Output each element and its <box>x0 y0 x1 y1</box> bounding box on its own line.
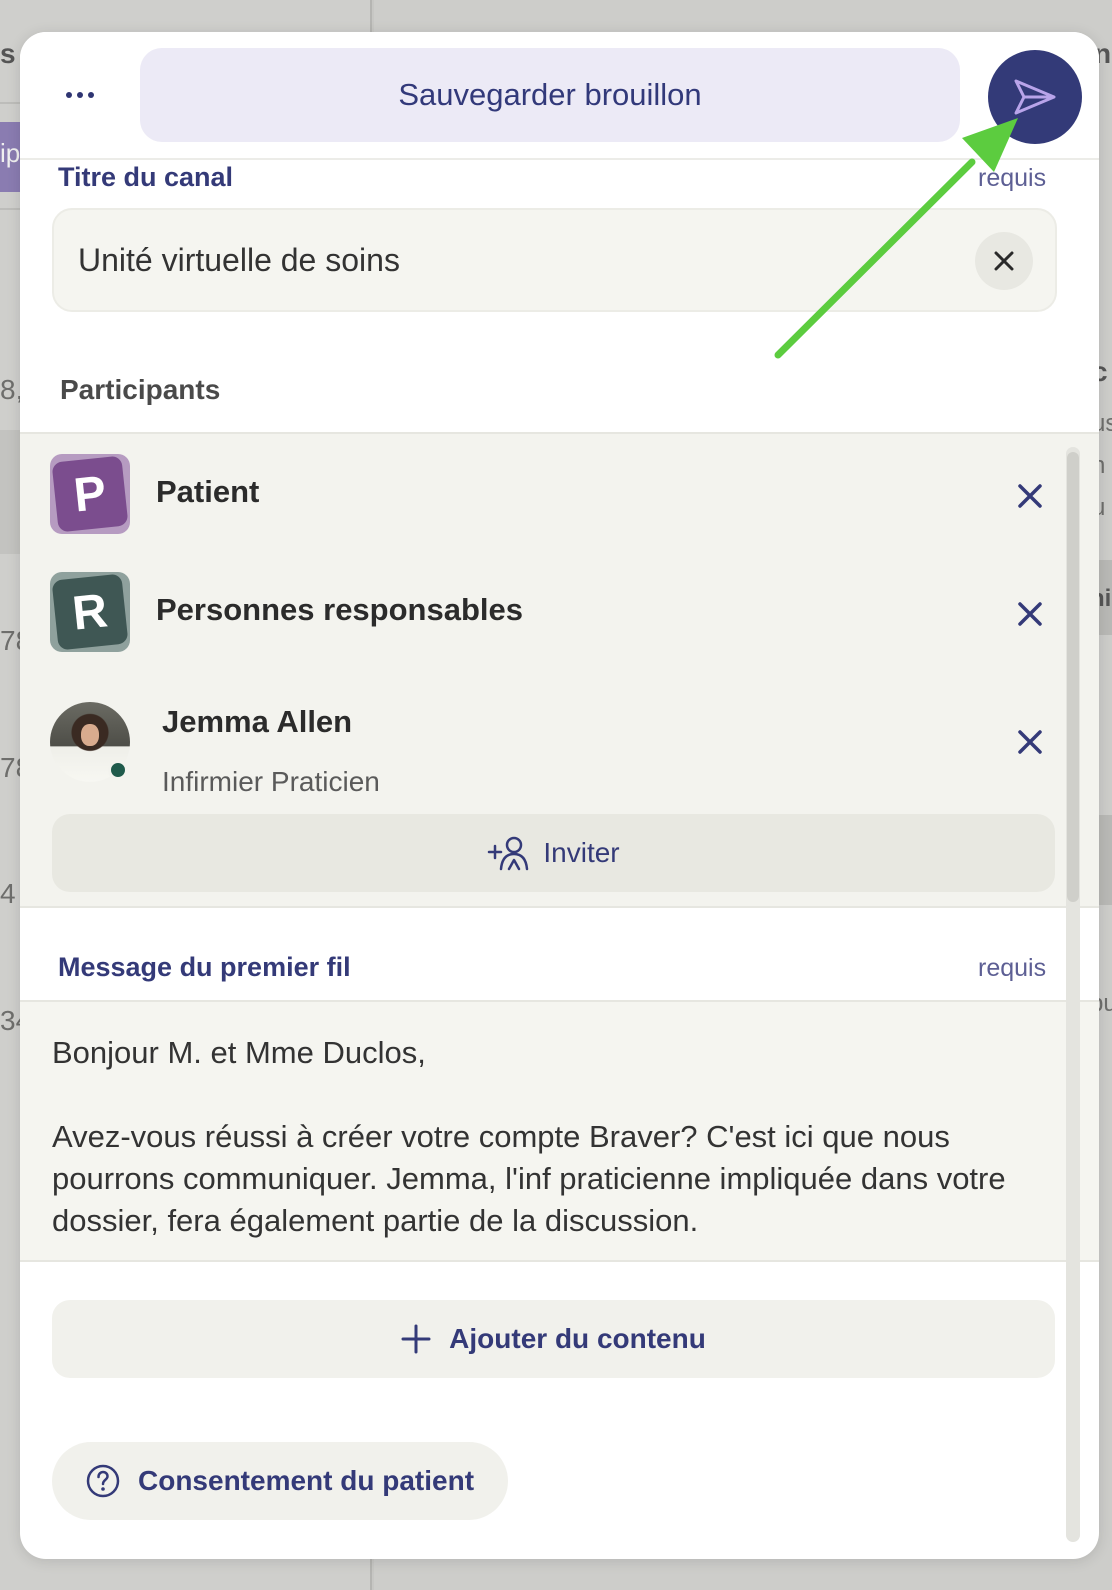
bg-fragment: ip <box>0 138 21 168</box>
jemma-allen-avatar <box>50 702 130 782</box>
remove-participant-button[interactable] <box>1010 722 1050 762</box>
close-icon <box>994 251 1014 271</box>
add-user-icon <box>488 836 529 871</box>
send-icon <box>1014 79 1056 115</box>
avatar-initial: P <box>51 455 129 533</box>
online-status-icon <box>108 760 128 780</box>
invite-label: Inviter <box>543 837 620 868</box>
remove-participant-button[interactable] <box>1010 476 1050 516</box>
participant-name: Jemma Allen <box>162 704 353 739</box>
clear-title-button[interactable] <box>975 232 1033 290</box>
first-message-text: Bonjour M. et Mme Duclos, Avez-vous réus… <box>52 1035 1006 1238</box>
more-dot-icon <box>77 92 83 98</box>
channel-title-value: Unité virtuelle de soins <box>78 242 400 278</box>
first-message-textarea[interactable]: Bonjour M. et Mme Duclos, Avez-vous réus… <box>20 1000 1099 1262</box>
channel-title-input[interactable]: Unité virtuelle de soins <box>52 208 1057 312</box>
participant-role: Infirmier Praticien <box>162 766 380 797</box>
patient-consent-button[interactable]: Consentement du patient <box>52 1442 508 1520</box>
channel-title-label: Titre du canal <box>58 162 234 192</box>
bg-fragment: 4 <box>0 878 16 909</box>
participants-label: Participants <box>60 374 221 405</box>
avatar-initial: R <box>51 573 129 651</box>
add-content-label: Ajouter du contenu <box>449 1323 706 1354</box>
remove-participant-button[interactable] <box>1010 594 1050 634</box>
invite-button[interactable]: Inviter <box>52 814 1055 892</box>
participant-row: P Patient <box>50 454 1050 544</box>
close-icon <box>1018 730 1042 754</box>
first-message-label: Message du premier fil <box>58 952 351 982</box>
save-draft-button[interactable]: Sauvegarder brouillon <box>140 48 960 142</box>
responsible-persons-avatar: R <box>50 572 130 652</box>
more-dot-icon <box>66 92 72 98</box>
participant-name: Personnes responsables <box>156 592 523 627</box>
participant-row: R Personnes responsables <box>50 572 1050 662</box>
patient-consent-label: Consentement du patient <box>138 1465 475 1496</box>
add-content-button[interactable]: Ajouter du contenu <box>52 1300 1055 1378</box>
participant-row: Jemma Allen Infirmier Praticien <box>50 702 1050 797</box>
participants-list: P Patient R Personnes responsables Jemma… <box>20 432 1099 908</box>
plus-icon <box>401 1324 431 1354</box>
channel-title-required: requis <box>978 164 1047 192</box>
close-icon <box>1018 602 1042 626</box>
close-icon <box>1018 484 1042 508</box>
new-channel-modal: Sauvegarder brouillon Titre du canal req… <box>20 32 1099 1559</box>
help-circle-icon <box>86 1464 120 1498</box>
bg-fragment: s <box>0 38 16 69</box>
participant-name: Patient <box>156 474 260 509</box>
more-dot-icon <box>88 92 94 98</box>
background-bar <box>1098 815 1112 905</box>
modal-scroll-thumb[interactable] <box>1067 452 1079 902</box>
avatar-face <box>81 724 99 746</box>
modal-toolbar: Sauvegarder brouillon <box>20 32 1099 160</box>
first-message-required: requis <box>978 954 1047 982</box>
patient-avatar: P <box>50 454 130 534</box>
more-options-button[interactable] <box>60 80 100 110</box>
send-button[interactable] <box>988 50 1082 144</box>
